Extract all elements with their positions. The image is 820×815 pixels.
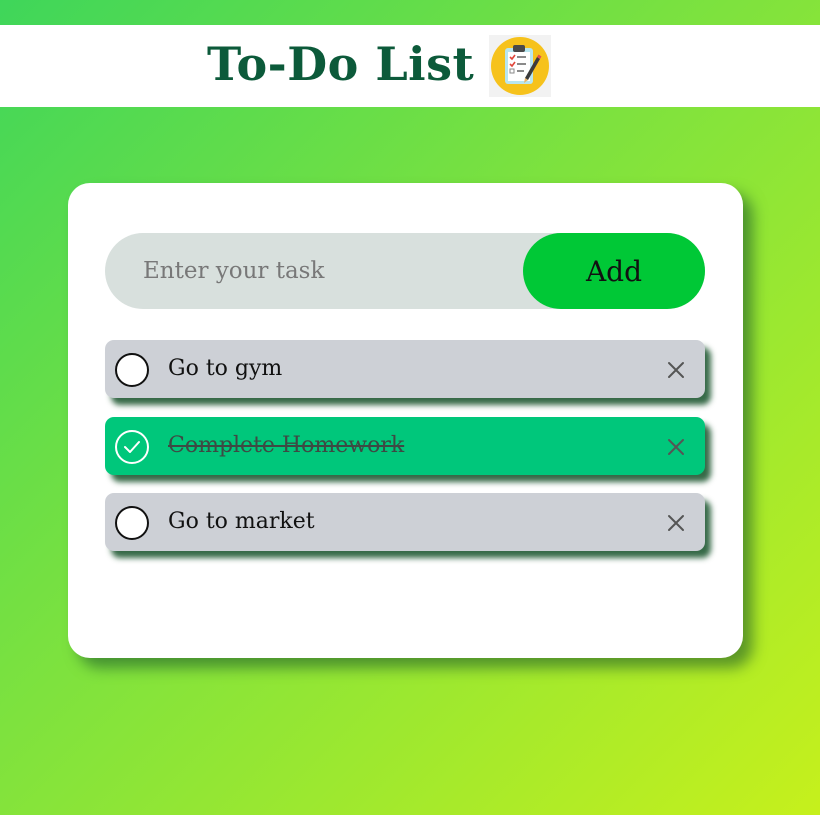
task-checkbox[interactable] bbox=[115, 506, 149, 540]
close-icon[interactable] bbox=[665, 512, 687, 534]
close-icon[interactable] bbox=[665, 436, 687, 458]
header-bar: To-Do List bbox=[0, 25, 820, 107]
task-item-completed[interactable]: Complete Homework bbox=[105, 417, 705, 475]
task-input[interactable] bbox=[105, 233, 525, 309]
task-text: Go to gym bbox=[168, 356, 283, 381]
task-item[interactable]: Go to market bbox=[105, 493, 705, 551]
clipboard-checklist-icon bbox=[489, 35, 551, 97]
task-item[interactable]: Go to gym bbox=[105, 340, 705, 398]
todo-card: Add Go to gym Complete Homework Go to ma… bbox=[68, 183, 743, 658]
page-title: To-Do List bbox=[207, 37, 475, 91]
close-icon[interactable] bbox=[665, 359, 687, 381]
task-checkbox[interactable] bbox=[115, 353, 149, 387]
task-text: Go to market bbox=[168, 509, 315, 534]
task-input-row: Add bbox=[105, 233, 705, 309]
task-checkbox-checked[interactable] bbox=[115, 430, 149, 464]
task-text: Complete Homework bbox=[168, 433, 405, 458]
add-task-button[interactable]: Add bbox=[523, 233, 705, 309]
checkmark-icon bbox=[124, 441, 140, 453]
